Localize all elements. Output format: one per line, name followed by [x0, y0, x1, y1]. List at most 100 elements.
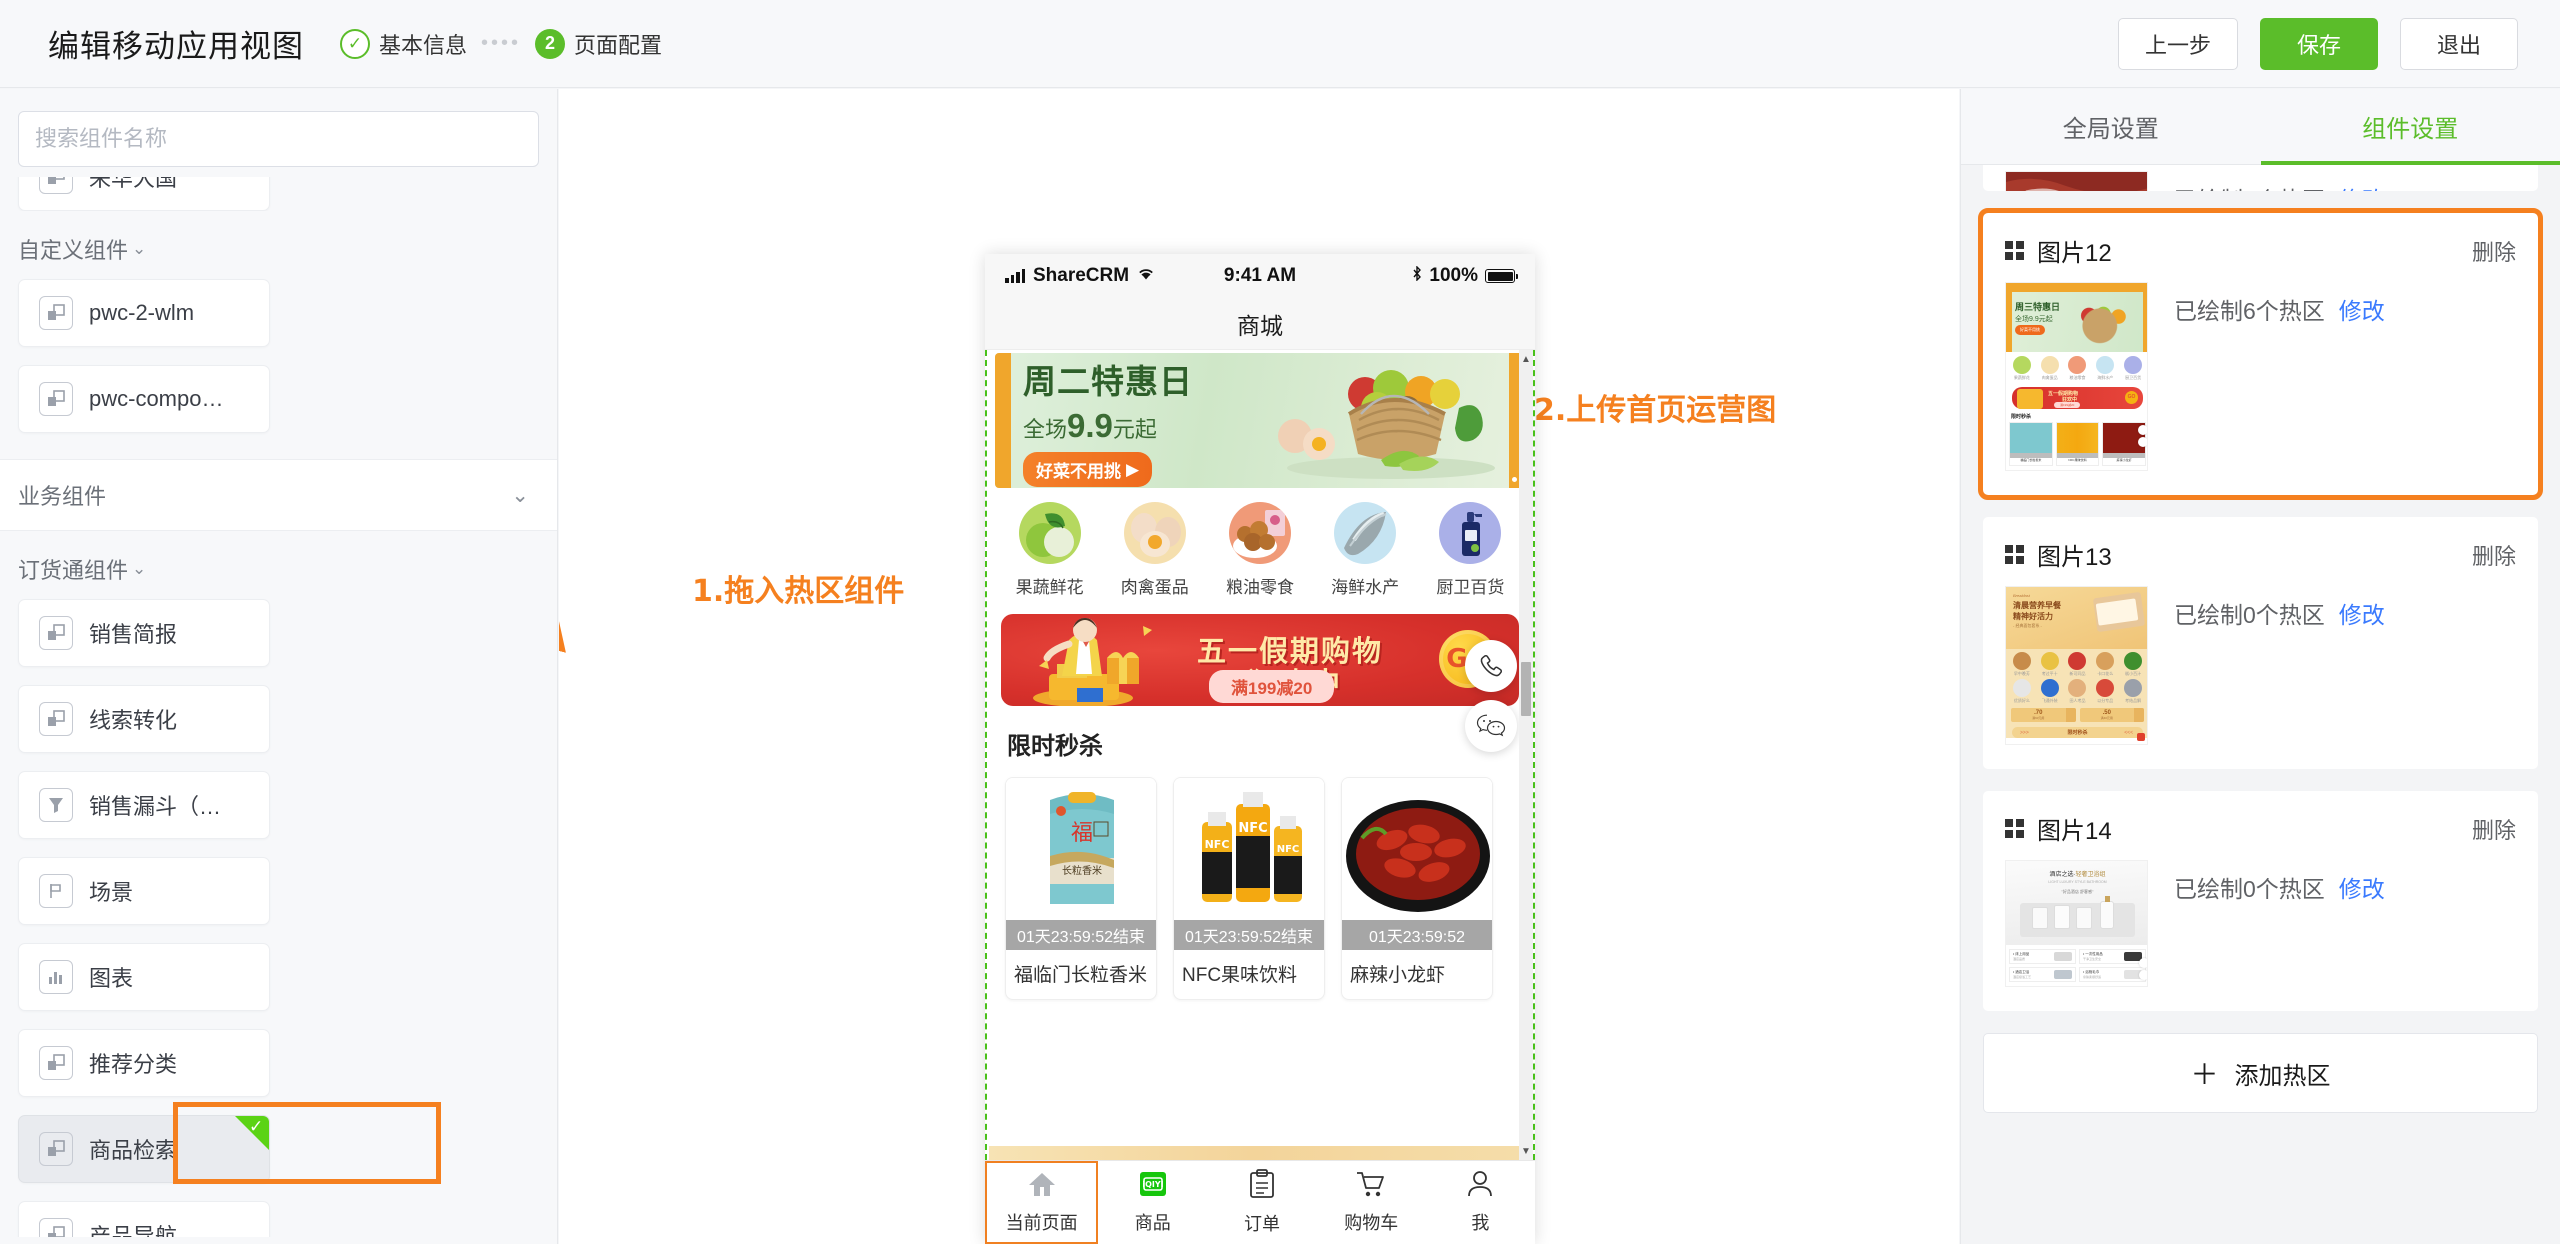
component-card-pwc-compo…[interactable]: pwc-compo… [18, 365, 270, 433]
category-item-粮油零食[interactable]: 粮油零食 [1217, 502, 1303, 598]
partial-component-card-clip: 来华大国 [0, 177, 557, 211]
edit-hotspot-link[interactable]: 修改 [2339, 292, 2385, 326]
phone-icon[interactable] [1465, 640, 1517, 692]
clipboard-icon [1249, 1169, 1275, 1204]
phone-content[interactable]: 周二特惠日 全场9.9元起 好菜不用挑 ▶ 果蔬鲜花 肉禽蛋品 粮油零食 海鲜水产 厨卫… [985, 350, 1535, 1160]
group-header-order[interactable]: 订货通组件 ⌄ [0, 531, 557, 599]
add-hotspot-button[interactable]: ＋ 添加热区 [1983, 1033, 2538, 1113]
product-countdown: 01天23:59:52结束 [1174, 920, 1324, 950]
chevron-down-icon: ⌄ [511, 483, 529, 507]
component-scroll-area[interactable]: 来华大国 自定义组件 ⌄ pwc-2-wlm pwc-compo… 业务组件 ⌄ … [0, 177, 557, 1237]
drag-handle-icon[interactable] [2005, 545, 2024, 564]
hotspot-thumbnail[interactable]: 周三特惠日 全场9.9元起 好菜不用挑 果蔬鲜花 肉禽蛋品 粮油零食 海鲜水产 厨卫百货 五一假… [2005, 282, 2148, 471]
component-icon [39, 1218, 73, 1237]
page-title: 编辑移动应用视图 [48, 29, 304, 64]
scroll-down-arrow-icon[interactable]: ▼ [1519, 1144, 1533, 1158]
flash-product-card[interactable]: 01天23:59:52 麻辣小龙虾 [1341, 777, 1493, 1000]
component-card-销售简报[interactable]: 销售简报 [18, 599, 270, 667]
hero-subtitle-suffix: 元起 [1112, 417, 1157, 442]
partial-card-edit-link[interactable]: 修改 [2339, 181, 2385, 191]
category-label: 肉禽蛋品 [1120, 578, 1189, 597]
drag-handle-icon[interactable] [2005, 819, 2024, 838]
group-header-custom[interactable]: 自定义组件 ⌄ [0, 211, 557, 279]
hero-cta-button[interactable]: 好菜不用挑 ▶ [1023, 452, 1153, 487]
component-label: pwc-compo… [89, 386, 224, 411]
component-card-图表[interactable]: 图表 [18, 943, 270, 1011]
component-card-销售漏斗（…[interactable]: 销售漏斗（… [18, 771, 270, 839]
component-label: pwc-2-wlm [89, 300, 195, 325]
hotspot-image-list[interactable]: 已绘制4个热区 修改 图片12删除周三特惠日全场9.9元起好菜不用挑果蔬鲜花肉禽… [1961, 165, 2560, 1244]
component-card-partial[interactable]: 来华大国 [18, 177, 270, 211]
tab-我[interactable]: 我 [1426, 1161, 1535, 1244]
wifi-icon [1137, 265, 1155, 287]
hotspot-card-图片14[interactable]: 图片14 删除酒店之选·轻奢卫浴组 LIGHT LUXURY STYLE BATHR… [1983, 791, 2538, 1011]
battery-full-icon [1485, 269, 1518, 283]
hotspot-thumbnail[interactable]: Breakfast 清晨营养早餐 精神好活力 - 经典面包套系 - 早中晚芳 考过平十 新可… [2005, 586, 2148, 745]
hotspot-card-partial[interactable]: 已绘制4个热区 修改 [1983, 165, 2538, 191]
chart-icon [39, 960, 73, 994]
delete-link[interactable]: 删除 [2472, 539, 2516, 571]
tab-订单[interactable]: 订单 [1207, 1161, 1316, 1244]
hotspot-card-title: 图片13 [2037, 544, 2112, 571]
flash-product-card[interactable]: 福长粒香米 01天23:59:52结束 福临门长粒香米 [1005, 777, 1157, 1000]
drag-handle-icon[interactable] [2005, 241, 2024, 260]
component-icon [39, 382, 73, 416]
tab-global-settings[interactable]: 全局设置 [1961, 89, 2261, 164]
flash-sale-product-row[interactable]: 福长粒香米 01天23:59:52结束 福临门长粒香米 NFC NFC NFC 01天23:… [987, 761, 1533, 1000]
status-bar-left: ShareCRM [1005, 265, 1155, 287]
step-page-config[interactable]: 2 页面配置 [535, 28, 662, 60]
hotspot-card-header: 图片14 删除 [2005, 811, 2516, 846]
tab-当前页面[interactable]: 当前页面 [985, 1161, 1099, 1244]
phone-content-scrollbar[interactable]: ▲ ▼ [1519, 350, 1533, 1160]
flag-icon [39, 874, 73, 908]
component-card-推荐分类[interactable]: 推荐分类 [18, 1029, 270, 1097]
hero-left-stripe [995, 353, 1011, 488]
hotspot-card-图片13[interactable]: 图片13 删除 Breakfast 清晨营养早餐 精神好活力 - 经典面包套系 - 早中晚芳… [1983, 517, 2538, 769]
save-button[interactable]: 保存 [2260, 17, 2378, 70]
hotspot-count-label: 已绘制0个热区 [2174, 602, 2325, 628]
scroll-up-arrow-icon[interactable]: ▲ [1519, 352, 1533, 366]
wechat-icon[interactable] [1465, 700, 1517, 752]
category-image [1123, 502, 1186, 564]
svg-text:NFC: NFC [1205, 838, 1230, 851]
component-icon [39, 1046, 73, 1080]
category-image [1334, 502, 1397, 564]
delete-link[interactable]: 删除 [2472, 813, 2516, 845]
component-icon [39, 1132, 73, 1166]
component-card-线索转化[interactable]: 线索转化 [18, 685, 270, 753]
search-input[interactable] [18, 111, 539, 167]
delete-link[interactable]: 删除 [2472, 235, 2516, 267]
group-label-order: 订货通组件 [18, 558, 129, 583]
hero-banner[interactable]: 周二特惠日 全场9.9元起 好菜不用挑 ▶ [995, 353, 1525, 488]
group-header-business[interactable]: 业务组件 ⌄ [0, 459, 557, 531]
app-header: 编辑移动应用视图 ✓ 基本信息 •••• 2 页面配置 上一步 保存 退出 [0, 0, 2560, 88]
bluetooth-icon [1412, 265, 1422, 287]
tab-购物车[interactable]: 购物车 [1317, 1161, 1426, 1244]
scrollbar-thumb[interactable] [1521, 662, 1531, 716]
category-item-厨卫百货[interactable]: 厨卫百货 [1427, 502, 1513, 598]
edit-hotspot-link[interactable]: 修改 [2339, 596, 2385, 630]
category-label: 果蔬鲜花 [1015, 578, 1084, 597]
prev-step-button[interactable]: 上一步 [2117, 17, 2238, 70]
component-card-pwc-2-wlm[interactable]: pwc-2-wlm [18, 279, 270, 347]
component-card-产品导航[interactable]: 产品导航 [18, 1201, 270, 1237]
hotspot-card-图片12[interactable]: 图片12 删除 周三特惠日 全场9.9元起 好菜不用挑 果蔬鲜花 肉禽蛋品 粮油零食 海鲜水产厨… [1978, 208, 2543, 500]
category-item-海鲜水产[interactable]: 海鲜水产 [1322, 502, 1408, 598]
edit-hotspot-link[interactable]: 修改 [2339, 870, 2385, 904]
tab-商品[interactable]: iQIYI 商品 [1098, 1161, 1207, 1244]
product-name: 麻辣小龙虾 [1350, 965, 1446, 986]
step-basic-info[interactable]: ✓ 基本信息 [340, 28, 467, 60]
custom-component-grid: pwc-2-wlm pwc-compo… [0, 279, 557, 433]
exit-button[interactable]: 退出 [2400, 17, 2518, 70]
phone-preview[interactable]: ShareCRM 9:41 AM 100% 商城 周二特惠日 全场9.9元起 好… [985, 254, 1535, 1244]
design-canvas[interactable]: 1.拖入热区组件 2.上传首页运营图 ShareCRM 9:41 AM 100% [559, 89, 1959, 1244]
product-image [1342, 778, 1492, 920]
category-item-肉禽蛋品[interactable]: 肉禽蛋品 [1112, 502, 1198, 598]
promo-banner[interactable]: 五一假期购物 狂欢中 满199减20 GO [1001, 614, 1519, 706]
hotspot-thumbnail[interactable]: 酒店之选·轻奢卫浴组 LIGHT LUXURY STYLE BATHROOM "好品… [2005, 860, 2148, 987]
tab-component-settings[interactable]: 组件设置 [2260, 89, 2560, 165]
phone-tab-bar: 当前页面 iQIYI 商品 订单 购物车 我 [985, 1160, 1535, 1244]
component-card-场景[interactable]: 场景 [18, 857, 270, 925]
flash-product-card[interactable]: NFC NFC NFC 01天23:59:52结束 NFC果味饮料 [1173, 777, 1325, 1000]
category-item-果蔬鲜花[interactable]: 果蔬鲜花 [1007, 502, 1093, 598]
